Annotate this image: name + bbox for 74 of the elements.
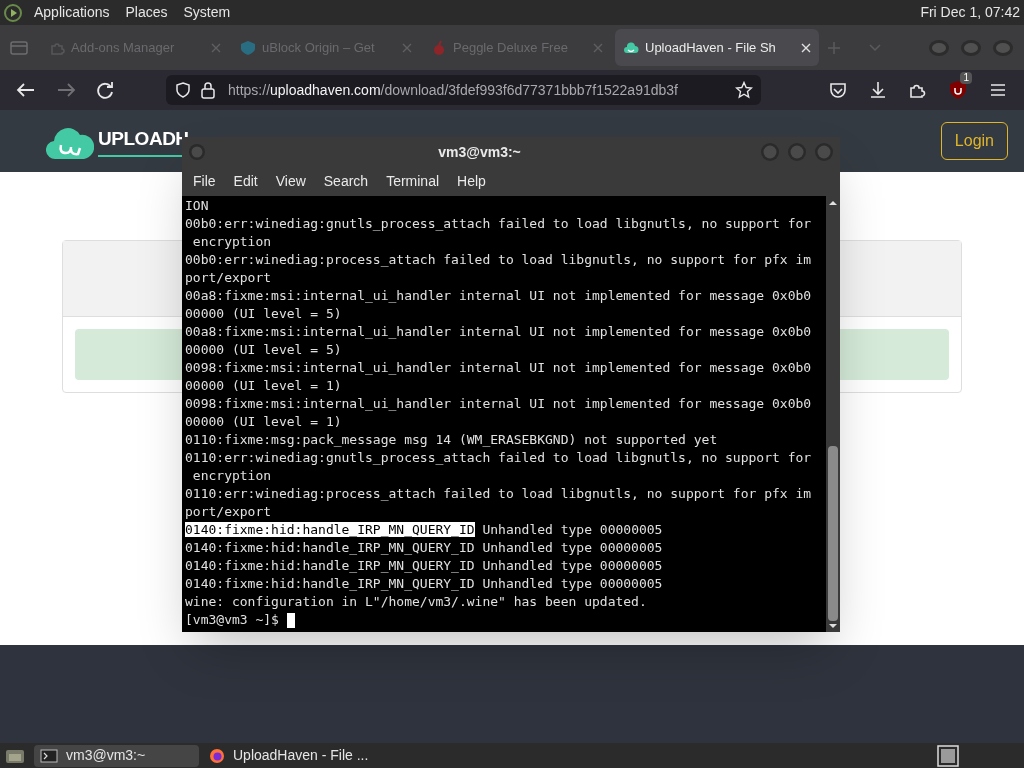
task-label: UploadHaven - File ...: [233, 746, 369, 765]
close-icon: [211, 42, 221, 53]
ball-icon: [431, 39, 447, 56]
sidebar-icon[interactable]: [10, 39, 28, 56]
terminal-line: 00b0:err:winediag:gnutls_process_attach failed to load libgnutls, no support for: [185, 215, 813, 233]
star-icon: [735, 81, 753, 99]
terminal-line: encryption: [191, 233, 273, 251]
menu-item[interactable]: Search: [314, 171, 378, 192]
panel-menu[interactable]: System: [183, 2, 231, 23]
taskbar-button[interactable]: vm3@vm3:~: [34, 744, 199, 767]
terminal-line: 00000 (UI level = 1): [185, 413, 343, 431]
tab-title: UploadHaven - File Sh: [645, 38, 777, 57]
terminal-line: 0098:fixme:msi:internal_ui_handler internal UI not implemented for message 0x0b0: [185, 359, 813, 377]
task-label: vm3@vm3:~: [66, 746, 146, 765]
text-cursor: [286, 612, 295, 628]
badge: 1: [960, 72, 972, 84]
panel-menu[interactable]: Applications: [34, 2, 110, 23]
scroll-up-icon: [828, 198, 838, 208]
terminal-line: wine: configuration in L"/home/vm3/.wine" has been updated.: [185, 593, 648, 611]
workspace-switcher-icon[interactable]: [937, 744, 959, 767]
taskbar-button[interactable]: UploadHaven - File ...: [203, 744, 368, 767]
clock: Fri Dec 1, 07:42: [920, 3, 1020, 22]
terminal-icon: [40, 748, 58, 763]
terminal-line: 0110:err:winediag:gnutls_process_attach failed to load libgnutls, no support for: [185, 449, 813, 467]
terminal-line: ION: [185, 197, 210, 215]
window-maximize-button[interactable]: [787, 142, 807, 162]
terminal-line: 0140:fixme:hid:handle_IRP_MN_QUERY_ID Unhandled type 00000005: [185, 521, 664, 539]
login-button[interactable]: Login: [940, 122, 1008, 160]
prompt-line: [vm3@vm3 ~]$: [185, 611, 826, 629]
close-icon: [593, 42, 603, 53]
panel-menu[interactable]: Places: [125, 2, 168, 23]
window-minimize-button[interactable]: [928, 38, 950, 57]
terminal-line: encryption: [191, 467, 273, 485]
scrollbar[interactable]: [826, 196, 840, 632]
shield-icon: [240, 39, 256, 56]
address-bar[interactable]: https://uploadhaven.com/download/3fdef993f6d77371bbb7f1522a91db3f: [166, 75, 761, 105]
terminal-line: 0140:fixme:hid:handle_IRP_MN_QUERY_ID Unhandled type 00000005: [185, 539, 664, 557]
window-close-button[interactable]: [992, 38, 1014, 57]
terminal-line: 0140:fixme:hid:handle_IRP_MN_QUERY_ID Unhandled type 00000005: [185, 575, 664, 593]
terminal-line: port/export: [185, 269, 273, 287]
terminal-line: 00a8:fixme:msi:internal_ui_handler internal UI not implemented for message 0x0b0: [185, 287, 813, 305]
terminal-line: 0140:fixme:hid:handle_IRP_MN_QUERY_ID Unhandled type 00000005: [185, 557, 664, 575]
terminal-line: 00b0:err:winediag:process_attach failed to load libgnutls, no support for pfx im: [185, 251, 813, 269]
terminal-line: 0110:fixme:msg:pack_message msg 14 (WM_ERASEBKGND) not supported yet: [185, 431, 719, 449]
browser-tab[interactable]: UploadHaven - File Sh: [615, 29, 819, 66]
selected-text: 0140:fixme:hid:handle_IRP_MN_QUERY_ID: [185, 522, 475, 537]
terminal-line: 0098:fixme:msi:internal_ui_handler internal UI not implemented for message 0x0b0: [185, 395, 813, 413]
dropdown-icon[interactable]: [869, 43, 881, 52]
terminal-line: port/export: [185, 503, 273, 521]
shield-icon: [174, 81, 192, 99]
menu-item[interactable]: View: [266, 171, 315, 192]
menu-item[interactable]: Terminal: [377, 171, 449, 192]
close-icon: [402, 42, 412, 53]
scrollbar-thumb[interactable]: [828, 446, 838, 621]
window-close-button[interactable]: [814, 142, 834, 162]
lock-icon: [200, 81, 216, 99]
window-menu-button[interactable]: [188, 143, 206, 161]
url-text: https://uploadhaven.com/download/3fdef993f6d77371bbb7f1522a91db3f: [228, 80, 679, 100]
menu-item[interactable]: File: [184, 171, 225, 192]
terminal-line: 00000 (UI level = 1): [185, 377, 343, 395]
cloud-icon: [623, 39, 639, 56]
close-icon: [801, 42, 811, 53]
window-maximize-button[interactable]: [960, 38, 982, 57]
window-minimize-button[interactable]: [760, 142, 780, 162]
menu-item[interactable]: Help: [448, 171, 495, 192]
ublock-icon[interactable]: [949, 80, 967, 100]
firefox-icon: [209, 747, 225, 764]
terminal-line: 0110:err:winediag:process_attach failed to load libgnutls, no support for pfx im: [185, 485, 813, 503]
terminal-line: 00000 (UI level = 5): [185, 341, 343, 359]
menu-item[interactable]: Edit: [224, 171, 267, 192]
window-title: vm3@vm3:~: [437, 142, 522, 162]
app-menu-icon[interactable]: [4, 3, 22, 22]
terminal-line: 00a8:fixme:msi:internal_ui_handler internal UI not implemented for message 0x0b0: [185, 323, 813, 341]
terminal-line: 00000 (UI level = 5): [185, 305, 343, 323]
